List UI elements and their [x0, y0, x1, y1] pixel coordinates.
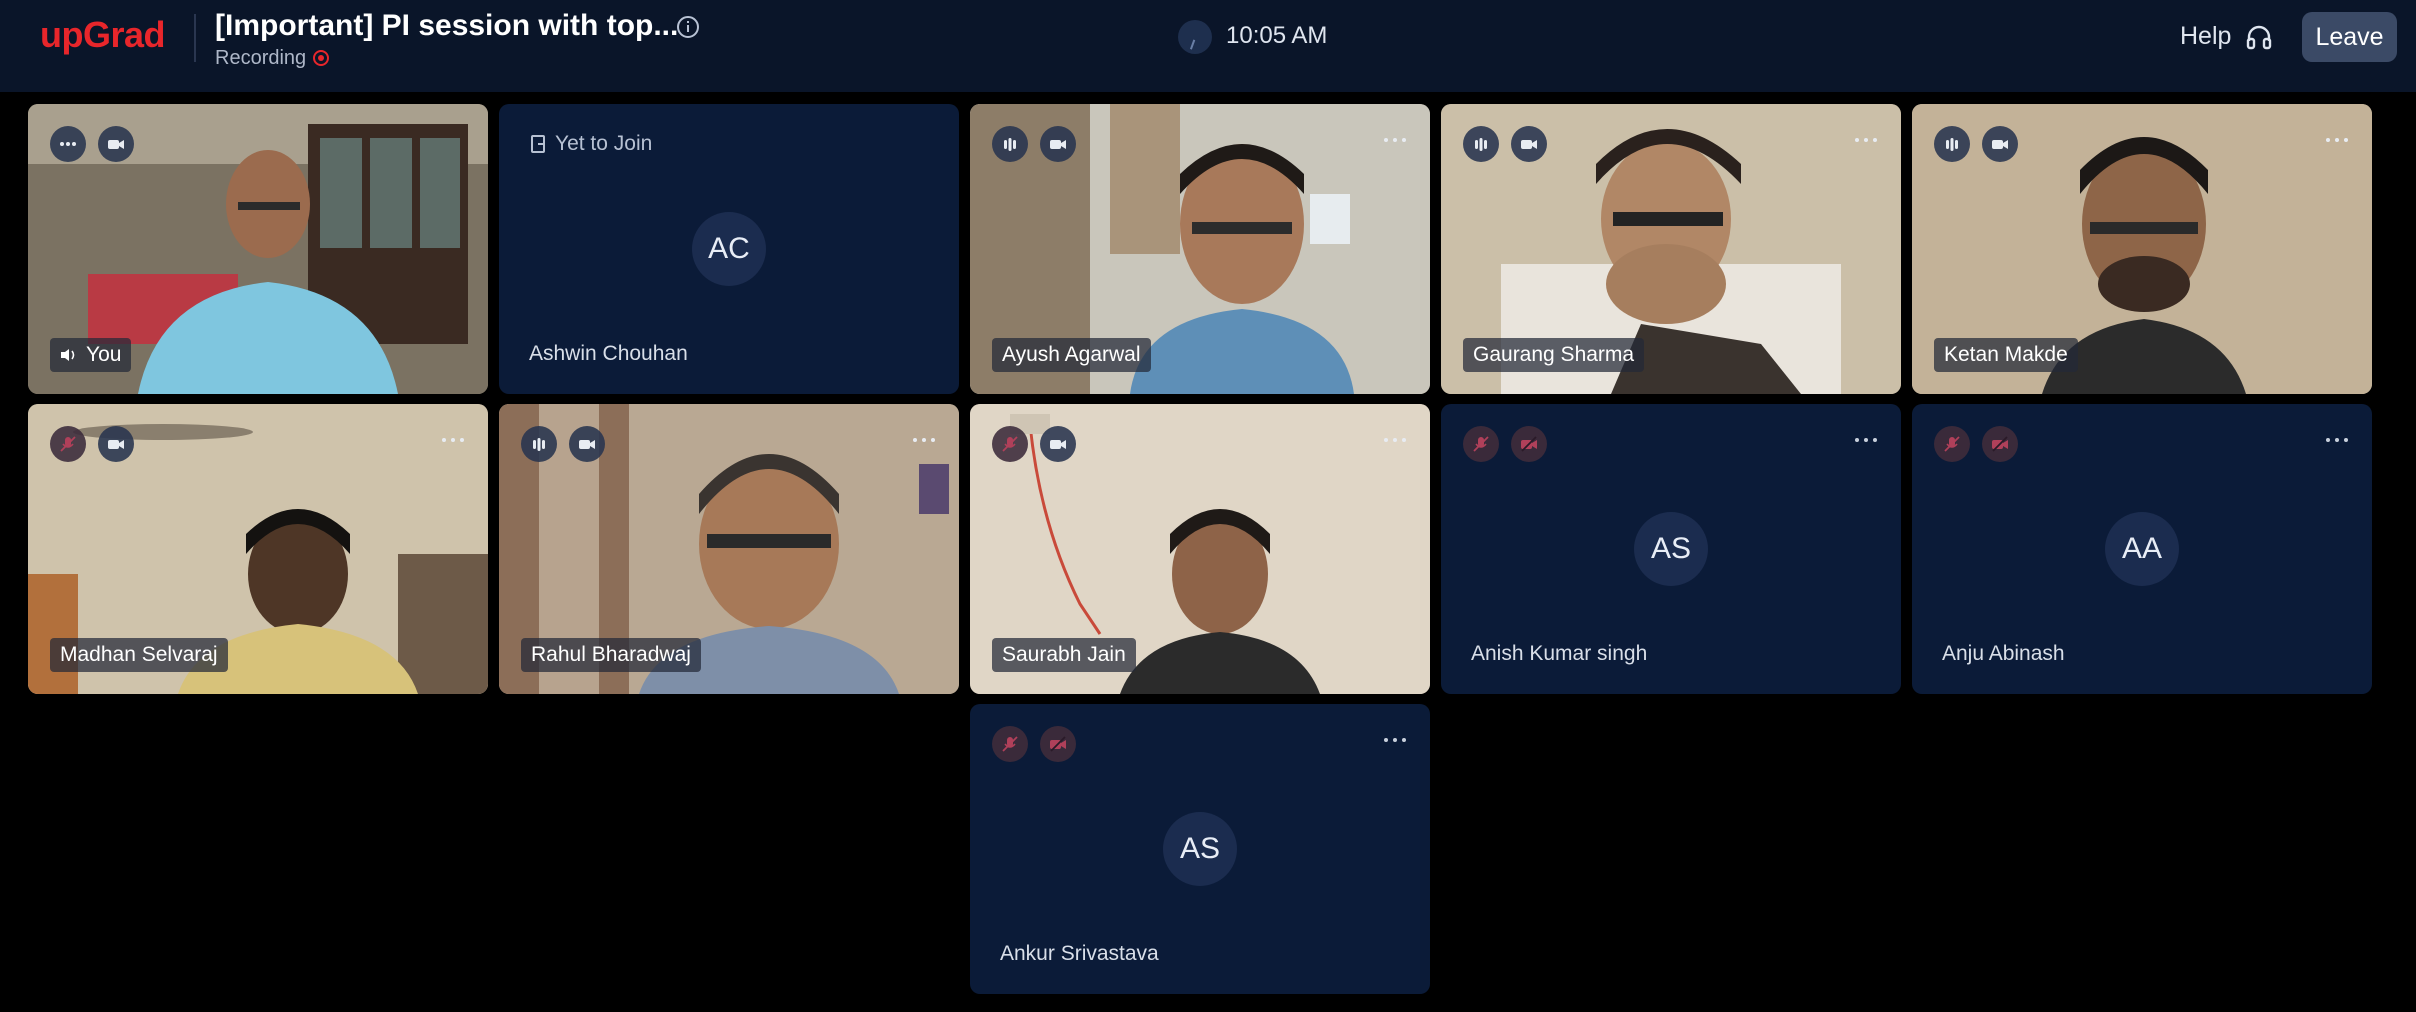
record-dot-icon [313, 50, 329, 66]
avatar: AC [692, 212, 766, 286]
camera-off-icon[interactable] [1040, 726, 1076, 762]
more-options-icon[interactable] [2326, 430, 2352, 450]
avatar: AS [1163, 812, 1237, 886]
camera-icon[interactable] [1511, 126, 1547, 162]
mic-off-icon[interactable] [992, 426, 1028, 462]
participant-tile-ketan-makde[interactable]: Ketan Makde [1912, 104, 2372, 394]
camera-icon[interactable] [98, 126, 134, 162]
mic-off-icon[interactable] [992, 726, 1028, 762]
camera-icon[interactable] [1040, 426, 1076, 462]
more-options-icon[interactable] [913, 430, 939, 450]
headset-icon[interactable] [2245, 24, 2273, 52]
camera-icon[interactable] [98, 426, 134, 462]
session-title: [Important] PI session with top... [215, 9, 679, 42]
more-options-button[interactable] [50, 126, 86, 162]
participant-name-tag: Saurabh Jain [992, 638, 1136, 672]
door-icon [531, 135, 545, 153]
participant-tile-gaurang-sharma[interactable]: Gaurang Sharma [1441, 104, 1901, 394]
participant-name: Anish Kumar singh [1471, 642, 1648, 665]
top-bar: upGrad [Important] PI session with top..… [0, 0, 2416, 92]
mic-off-icon[interactable] [1934, 426, 1970, 462]
participant-name: You [86, 343, 122, 366]
participant-name: Rahul Bharadwaj [531, 643, 691, 666]
participant-name: Ashwin Chouhan [529, 342, 688, 365]
join-status-label: Yet to Join [555, 132, 653, 155]
participant-name-tag: Gaurang Sharma [1463, 338, 1645, 372]
speaker-icon [61, 349, 75, 361]
more-options-icon[interactable] [1855, 430, 1881, 450]
participant-tile-ayush-agarwal[interactable]: Ayush Agarwal [970, 104, 1430, 394]
participant-tile-madhan-selvaraj[interactable]: Madhan Selvaraj [28, 404, 488, 694]
audio-level-icon [1463, 126, 1499, 162]
info-icon[interactable] [677, 16, 699, 38]
audio-level-icon [1934, 126, 1970, 162]
more-options-icon[interactable] [2326, 130, 2352, 150]
camera-off-icon[interactable] [1511, 426, 1547, 462]
participant-name: Ankur Srivastava [1000, 942, 1159, 965]
join-status: Yet to Join [531, 132, 652, 156]
participant-name-tag: Rahul Bharadwaj [521, 638, 701, 672]
more-options-icon[interactable] [1384, 430, 1410, 450]
audio-level-icon [992, 126, 1028, 162]
avatar: AA [2105, 512, 2179, 586]
participant-tile-anju-abinash[interactable]: AA Anju Abinash [1912, 404, 2372, 694]
camera-off-icon[interactable] [1982, 426, 2018, 462]
participant-tile-you[interactable]: You [28, 104, 488, 394]
header-divider [194, 14, 196, 62]
help-button-label[interactable]: Help [2180, 22, 2231, 51]
recording-label: Recording [215, 47, 307, 69]
clock-time: 10:05 AM [1226, 22, 1328, 49]
camera-icon[interactable] [1982, 126, 2018, 162]
participant-name-tag: Madhan Selvaraj [50, 638, 228, 672]
participant-name-tag: Ayush Agarwal [992, 338, 1151, 372]
more-options-icon[interactable] [1384, 130, 1410, 150]
clock-icon [1178, 20, 1212, 54]
camera-icon[interactable] [569, 426, 605, 462]
participant-name-tag: Ketan Makde [1934, 338, 2078, 372]
more-options-icon[interactable] [442, 430, 468, 450]
more-options-icon[interactable] [1855, 130, 1881, 150]
mic-off-icon[interactable] [1463, 426, 1499, 462]
participant-name: Ayush Agarwal [1002, 343, 1141, 366]
participant-tile-ankur-srivastava[interactable]: AS Ankur Srivastava [970, 704, 1430, 994]
more-options-icon[interactable] [1384, 730, 1410, 750]
participant-name-tag: You [50, 338, 132, 372]
participant-tile-saurabh-jain[interactable]: Saurabh Jain [970, 404, 1430, 694]
participant-tile-rahul-bharadwaj[interactable]: Rahul Bharadwaj [499, 404, 959, 694]
leave-button[interactable]: Leave [2302, 12, 2397, 62]
participant-name: Gaurang Sharma [1473, 343, 1635, 366]
participant-name: Ketan Makde [1944, 343, 2068, 366]
participant-name: Saurabh Jain [1002, 643, 1126, 666]
avatar: AS [1634, 512, 1708, 586]
audio-level-icon [521, 426, 557, 462]
camera-icon[interactable] [1040, 126, 1076, 162]
participant-tile-ashwin-chouhan[interactable]: Yet to Join AC Ashwin Chouhan [499, 104, 959, 394]
mic-off-icon[interactable] [50, 426, 86, 462]
participant-tile-anish-kumar-singh[interactable]: AS Anish Kumar singh [1441, 404, 1901, 694]
participant-name: Anju Abinash [1942, 642, 2065, 665]
upgrad-logo: upGrad [40, 14, 166, 55]
participant-name: Madhan Selvaraj [60, 643, 218, 666]
